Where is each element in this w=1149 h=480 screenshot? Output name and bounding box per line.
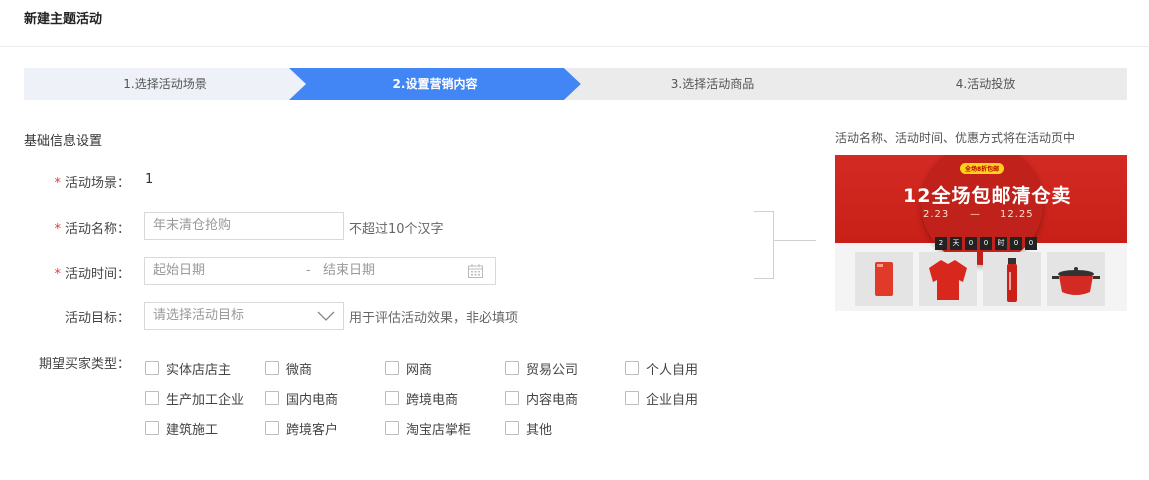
checkbox-crossborder-ecommerce[interactable]: 跨境电商 (385, 388, 458, 408)
date-range-picker[interactable]: 起始日期 - 结束日期 (144, 257, 496, 285)
checkbox-enterprise-use[interactable]: 企业自用 (625, 388, 698, 408)
step-2[interactable]: 2.设置营销内容 (289, 68, 581, 100)
activity-name-input[interactable]: 年末清仓抢购 (144, 212, 344, 240)
goal-select[interactable]: 请选择活动目标 (144, 302, 344, 330)
countdown-cell: 天 (950, 237, 962, 250)
required-mark: * (54, 267, 61, 282)
banner-headline: 12全场包邮清仓卖 (903, 185, 1072, 207)
checkbox-construction[interactable]: 建筑施工 (145, 418, 218, 438)
checkbox-wechat-seller[interactable]: 微商 (265, 358, 312, 378)
checkbox-box[interactable] (145, 391, 159, 405)
product-red-jacket (919, 252, 977, 306)
start-date-input[interactable]: 起始日期 (153, 258, 205, 284)
preview-connector (774, 240, 816, 241)
checkbox-domestic-ecommerce[interactable]: 国内电商 (265, 388, 338, 408)
preview-products (835, 250, 1127, 308)
banner-start-date: 2.23 (923, 209, 950, 220)
pot-icon (1052, 267, 1100, 295)
banner-end-date: 12.25 (1000, 209, 1034, 220)
title-divider (0, 46, 1149, 47)
checkbox-personal-use[interactable]: 个人自用 (625, 358, 698, 378)
checkbox-box[interactable] (265, 361, 279, 375)
step-1[interactable]: 1.选择活动场景 (24, 68, 306, 100)
product-power-bank (855, 252, 913, 306)
scene-label: * 活动场景： (54, 176, 130, 191)
name-hint: 不超过10个汉字 (349, 222, 444, 237)
step-1-label: 1.选择活动场景 (123, 77, 207, 91)
checkbox-crossborder-customer[interactable]: 跨境客户 (265, 418, 338, 438)
jacket-icon (929, 260, 967, 300)
activity-name-placeholder: 年末清仓抢购 (153, 218, 232, 233)
product-red-bottle (983, 252, 1041, 306)
steps-bar: 1.选择活动场景 2.设置营销内容 3.选择活动商品 4.活动投放 (24, 68, 1127, 100)
checkbox-box[interactable] (505, 361, 519, 375)
buyer-types-label: 期望买家类型： (38, 357, 130, 372)
checkbox-shop-owner[interactable]: 实体店店主 (145, 358, 231, 378)
checkbox-trading-company[interactable]: 贸易公司 (505, 358, 578, 378)
checkbox-box[interactable] (145, 421, 159, 435)
activity-preview: 全场8折包邮 12全场包邮清仓卖 2.23 — 12.25 2 天 0 0 时 … (835, 155, 1127, 311)
countdown-cell: 0 (1010, 237, 1022, 250)
checkbox-box[interactable] (625, 391, 639, 405)
checkbox-box[interactable] (385, 361, 399, 375)
goal-hint: 用于评估活动效果，非必填项 (349, 311, 519, 326)
preview-note: 活动名称、活动时间、优惠方式将在活动页中 (835, 131, 1076, 145)
step-4-label: 4.活动投放 (955, 77, 1016, 91)
product-red-pot (1047, 252, 1105, 306)
checkbox-content-ecommerce[interactable]: 内容电商 (505, 388, 578, 408)
countdown-cell: 0 (980, 237, 992, 250)
chevron-down-icon (317, 311, 335, 321)
checkbox-box[interactable] (265, 391, 279, 405)
banner-countdown: 2 天 0 0 时 0 0 (935, 237, 1037, 250)
goal-label: 活动目标： (64, 311, 130, 326)
preview-bracket (754, 211, 774, 279)
page-title: 新建主题活动 (24, 12, 103, 27)
step-3-label: 3.选择活动商品 (670, 77, 755, 91)
countdown-cell: 2 (935, 237, 947, 250)
step-2-label: 2.设置营销内容 (392, 77, 478, 91)
checkbox-other[interactable]: 其他 (505, 418, 552, 438)
banner-date-dash: — (970, 209, 980, 220)
name-label: * 活动名称： (54, 222, 130, 237)
checkbox-box[interactable] (385, 391, 399, 405)
section-title: 基础信息设置 (24, 134, 103, 149)
checkbox-taobao-seller[interactable]: 淘宝店掌柜 (385, 418, 471, 438)
scene-value: 1 (145, 172, 154, 187)
step-4[interactable]: 4.活动投放 (844, 68, 1127, 100)
bottle-icon (1007, 258, 1017, 302)
preview-banner: 全场8折包邮 12全场包邮清仓卖 2.23 — 12.25 (835, 155, 1127, 265)
end-date-input[interactable]: 结束日期 (323, 258, 375, 284)
checkbox-manufacturer[interactable]: 生产加工企业 (145, 388, 244, 408)
goal-select-placeholder: 请选择活动目标 (153, 308, 245, 323)
banner-promo-tag: 全场8折包邮 (960, 163, 1005, 174)
required-mark: * (54, 222, 61, 237)
countdown-cell: 0 (1025, 237, 1037, 250)
required-mark: * (54, 176, 61, 191)
date-separator: - (306, 263, 311, 278)
checkbox-box[interactable] (385, 421, 399, 435)
checkbox-box[interactable] (505, 421, 519, 435)
power-bank-icon (875, 262, 893, 296)
time-label: * 活动时间： (54, 267, 130, 282)
countdown-cell: 时 (995, 237, 1007, 250)
checkbox-box[interactable] (145, 361, 159, 375)
step-3[interactable]: 3.选择活动商品 (564, 68, 861, 100)
countdown-cell: 0 (965, 237, 977, 250)
calendar-icon[interactable] (468, 264, 483, 278)
checkbox-box[interactable] (505, 391, 519, 405)
checkbox-box[interactable] (625, 361, 639, 375)
checkbox-online-seller[interactable]: 网商 (385, 358, 432, 378)
checkbox-box[interactable] (265, 421, 279, 435)
